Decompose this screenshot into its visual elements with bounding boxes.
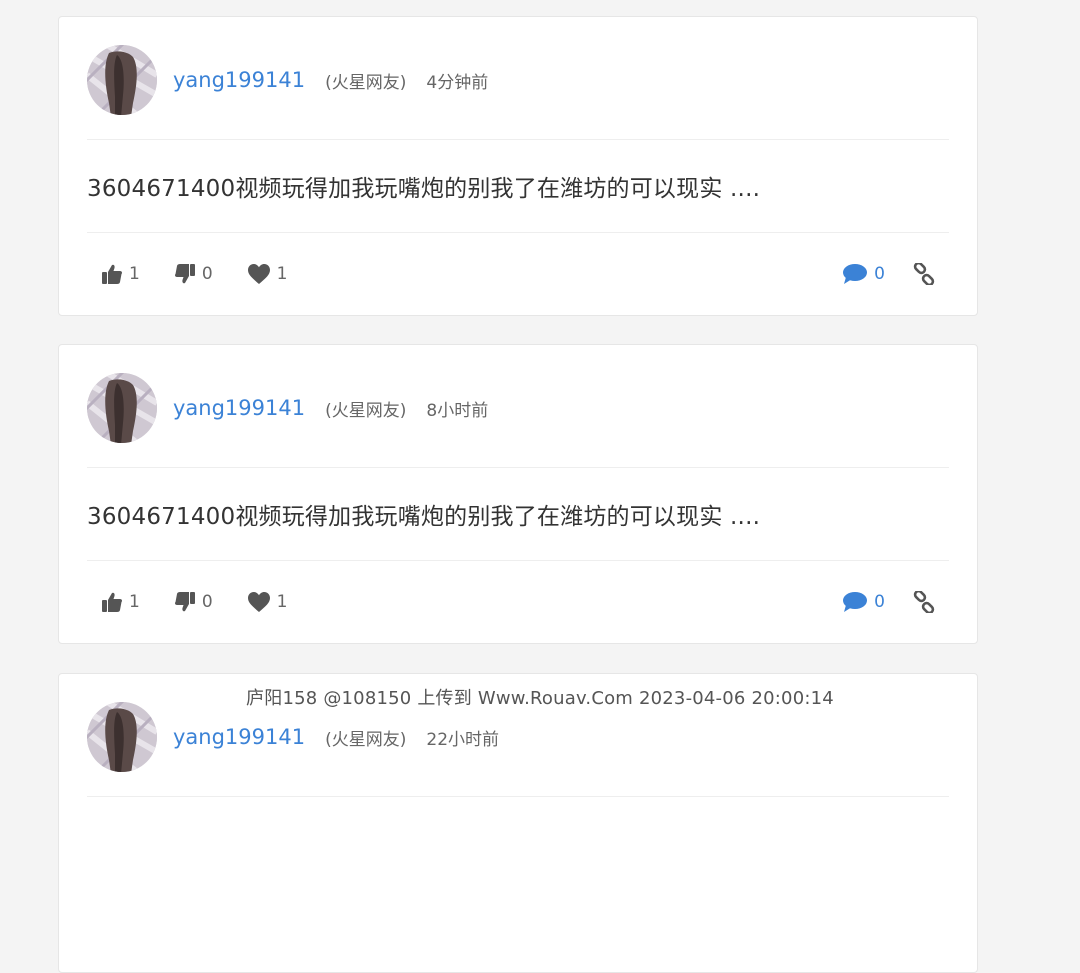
user-role: (火星网友)	[325, 72, 407, 93]
comment-header: yang199141 (火星网友) 8小时前	[87, 373, 949, 468]
reply-button[interactable]: 0	[842, 591, 885, 613]
favorite-button[interactable]: 1	[247, 263, 288, 285]
reply-button[interactable]: 0	[842, 263, 885, 285]
reply-count: 0	[874, 264, 885, 284]
comment-body: 3604671400视频玩得加我玩嘴炮的别我了在潍坊的可以现实 ....	[87, 468, 949, 561]
user-role: (火星网友)	[325, 729, 407, 750]
like-count: 1	[129, 264, 140, 284]
like-button[interactable]: 1	[101, 591, 140, 613]
comment-actions: 1 0 1 0	[87, 561, 949, 643]
comment-icon	[842, 591, 868, 613]
comment-header: yang199141 (火星网友) 4分钟前	[87, 45, 949, 140]
heart-icon	[247, 591, 271, 613]
thumbs-up-icon	[101, 263, 123, 285]
thumbs-up-icon	[101, 591, 123, 613]
dislike-button[interactable]: 0	[174, 591, 213, 613]
comment-meta: yang199141 (火星网友) 8小时前	[173, 373, 488, 443]
comment-meta: yang199141 (火星网友) 22小时前	[173, 702, 499, 772]
favorite-button[interactable]: 1	[247, 591, 288, 613]
favorite-count: 1	[276, 592, 288, 612]
heart-icon	[247, 263, 271, 285]
thumbs-down-icon	[174, 591, 196, 613]
link-icon	[913, 263, 935, 285]
username-link[interactable]: yang199141	[173, 396, 305, 420]
dislike-count: 0	[201, 592, 213, 612]
comment-text: 3604671400视频玩得加我玩嘴炮的别我了在潍坊的可以现实 ....	[87, 504, 761, 530]
reply-count: 0	[874, 592, 885, 612]
comment-meta: yang199141 (火星网友) 4分钟前	[173, 45, 488, 115]
comment-header: yang199141 (火星网友) 22小时前	[87, 702, 949, 797]
avatar[interactable]	[87, 702, 157, 772]
comment-text: 3604671400视频玩得加我玩嘴炮的别我了在潍坊的可以现实 ....	[87, 176, 761, 202]
username-link[interactable]: yang199141	[173, 725, 305, 749]
favorite-count: 1	[276, 264, 288, 284]
like-count: 1	[129, 592, 140, 612]
comment-card: yang199141 (火星网友) 8小时前 3604671400视频玩得加我玩…	[58, 344, 978, 644]
avatar[interactable]	[87, 373, 157, 443]
timestamp: 22小时前	[426, 729, 500, 750]
comment-card: yang199141 (火星网友) 4分钟前 3604671400视频玩得加我玩…	[58, 16, 978, 316]
user-role: (火星网友)	[325, 400, 407, 421]
avatar[interactable]	[87, 45, 157, 115]
comment-actions: 1 0 1 0	[87, 233, 949, 315]
permalink-button[interactable]	[913, 591, 935, 613]
thumbs-down-icon	[174, 263, 196, 285]
comment-body: 3604671400视频玩得加我玩嘴炮的别我了在潍坊的可以现实 ....	[87, 140, 949, 233]
username-link[interactable]: yang199141	[173, 68, 305, 92]
permalink-button[interactable]	[913, 263, 935, 285]
timestamp: 4分钟前	[426, 72, 489, 93]
link-icon	[913, 591, 935, 613]
upload-watermark: 庐阳158 @108150 上传到 Www.Rouav.Com 2023-04-…	[246, 688, 834, 709]
comment-icon	[842, 263, 868, 285]
timestamp: 8小时前	[426, 400, 489, 421]
comment-card: yang199141 (火星网友) 22小时前	[58, 673, 978, 973]
dislike-button[interactable]: 0	[174, 263, 213, 285]
like-button[interactable]: 1	[101, 263, 140, 285]
dislike-count: 0	[201, 264, 213, 284]
